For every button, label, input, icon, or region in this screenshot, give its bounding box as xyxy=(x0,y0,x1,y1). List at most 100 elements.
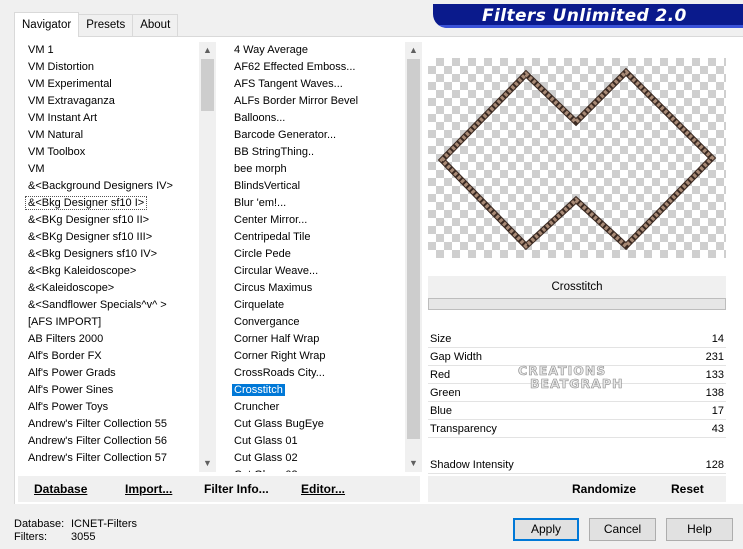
list-item-label: Alf's Power Grads xyxy=(28,367,116,379)
parameter-row[interactable]: Shadow Intensity 128 xyxy=(428,456,726,474)
list-item[interactable]: BB StringThing.. xyxy=(228,144,404,161)
list-item[interactable]: 4 Way Average xyxy=(228,42,404,59)
list-item[interactable]: VM 1 xyxy=(22,42,198,59)
list-item[interactable]: Andrew's Filter Collection 56 xyxy=(22,433,198,450)
list-item-label: Cruncher xyxy=(234,401,280,413)
list-item[interactable]: Circus Maximus xyxy=(228,280,404,297)
list-item[interactable]: Convergance xyxy=(228,314,404,331)
list-item[interactable]: &<BKg Designer sf10 III> xyxy=(22,229,198,246)
parameter-separator xyxy=(428,437,726,438)
list-item[interactable]: BlindsVertical xyxy=(228,178,404,195)
list-item[interactable]: AB Filters 2000 xyxy=(22,331,198,348)
list-item[interactable]: &<Bkg Designer sf10 I> xyxy=(22,195,198,212)
list-item[interactable]: Cut Glass 03 xyxy=(228,467,404,472)
scroll-up-icon[interactable]: ▲ xyxy=(405,42,422,59)
parameter-label: Red xyxy=(430,369,451,381)
scrollbar-thumb[interactable] xyxy=(407,59,420,439)
parameter-row[interactable]: Red 133 xyxy=(428,366,726,384)
list-item[interactable]: Alf's Power Sines xyxy=(22,382,198,399)
editor-button[interactable]: Editor... xyxy=(301,478,345,500)
list-item[interactable]: Corner Right Wrap xyxy=(228,348,404,365)
list-item[interactable]: VM Distortion xyxy=(22,59,198,76)
list-item[interactable]: Alf's Power Grads xyxy=(22,365,198,382)
list-item[interactable]: Circular Weave... xyxy=(228,263,404,280)
list-item-label: Crosstitch xyxy=(232,384,285,396)
filter-list-scrollbar[interactable]: ▲ ▼ xyxy=(405,42,422,472)
list-item[interactable]: CrossRoads City... xyxy=(228,365,404,382)
list-item[interactable]: Alf's Border FX xyxy=(22,348,198,365)
list-item[interactable]: Cut Glass 01 xyxy=(228,433,404,450)
list-item[interactable]: AFS Tangent Waves... xyxy=(228,76,404,93)
list-item[interactable]: Centripedal Tile xyxy=(228,229,404,246)
list-item[interactable]: Corner Half Wrap xyxy=(228,331,404,348)
list-item[interactable]: &<Sandflower Specials^v^ > xyxy=(22,297,198,314)
cancel-button[interactable]: Cancel xyxy=(589,518,656,541)
filter-list[interactable]: 4 Way Average AF62 Effected Emboss... AFS … xyxy=(228,42,404,472)
reset-button[interactable]: Reset xyxy=(671,478,704,500)
list-item-label: bee morph xyxy=(234,163,287,175)
parameter-label: Size xyxy=(430,333,452,345)
app-title: Filters Unlimited 2.0 xyxy=(482,6,687,26)
list-item-label: VM Distortion xyxy=(28,61,95,73)
list-item[interactable]: &<Bkg Designers sf10 IV> xyxy=(22,246,198,263)
status-filters-label: Filters: xyxy=(14,531,47,543)
parameter-label: Green xyxy=(430,387,461,399)
list-item-label: Circle Pede xyxy=(234,248,291,260)
list-item[interactable]: Cirquelate xyxy=(228,297,404,314)
list-item[interactable]: VM Extravaganza xyxy=(22,93,198,110)
list-item[interactable]: VM xyxy=(22,161,198,178)
list-item[interactable]: AF62 Effected Emboss... xyxy=(228,59,404,76)
list-item-label: Andrew's Filter Collection 57 xyxy=(28,452,168,464)
tab-navigator[interactable]: Navigator xyxy=(14,12,80,37)
tab-presets[interactable]: Presets xyxy=(78,14,134,36)
list-item[interactable]: Cut Glass BugEye xyxy=(228,416,404,433)
list-item[interactable]: Cut Glass 02 xyxy=(228,450,404,467)
import-button[interactable]: Import... xyxy=(125,478,172,500)
parameter-row[interactable]: Green 138 xyxy=(428,384,726,402)
parameter-row[interactable]: Transparency 43 xyxy=(428,420,726,438)
list-item-label: &<Sandflower Specials^v^ > xyxy=(28,299,167,311)
apply-button[interactable]: Apply xyxy=(513,518,579,541)
list-item[interactable]: VM Toolbox xyxy=(22,144,198,161)
parameter-value: 43 xyxy=(711,423,724,435)
tab-about[interactable]: About xyxy=(132,14,179,36)
scroll-up-icon[interactable]: ▲ xyxy=(199,42,216,59)
list-item[interactable]: Alf's Power Toys xyxy=(22,399,198,416)
parameter-row[interactable]: Gap Width 231 xyxy=(428,348,726,366)
list-item-label: [AFS IMPORT] xyxy=(28,316,102,328)
scroll-down-icon[interactable]: ▼ xyxy=(199,455,216,472)
scrollbar-thumb[interactable] xyxy=(201,59,214,111)
status-database-label: Database: xyxy=(14,518,65,530)
list-item[interactable]: [AFS IMPORT] xyxy=(22,314,198,331)
randomize-button[interactable]: Randomize xyxy=(572,478,636,500)
list-item[interactable]: Cruncher xyxy=(228,399,404,416)
category-list[interactable]: VM 1 VM Distortion VM Experimental VM Extra… xyxy=(22,42,198,472)
list-item[interactable]: Blur 'em!... xyxy=(228,195,404,212)
list-item[interactable]: VM Instant Art xyxy=(22,110,198,127)
list-item[interactable]: Circle Pede xyxy=(228,246,404,263)
help-button[interactable]: Help xyxy=(666,518,733,541)
list-item[interactable]: Barcode Generator... xyxy=(228,127,404,144)
list-item[interactable]: &<Bkg Kaleidoscope> xyxy=(22,263,198,280)
list-item[interactable]: Crosstitch xyxy=(228,382,404,399)
database-button[interactable]: Database xyxy=(34,478,87,500)
list-item[interactable]: VM Natural xyxy=(22,127,198,144)
list-item[interactable]: ALFs Border Mirror Bevel xyxy=(228,93,404,110)
list-item[interactable]: &<Kaleidoscope> xyxy=(22,280,198,297)
list-item[interactable]: Andrew's Filter Collection 55 xyxy=(22,416,198,433)
scroll-down-icon[interactable]: ▼ xyxy=(405,455,422,472)
parameter-row[interactable]: Size 14 xyxy=(428,330,726,348)
list-item[interactable]: Andrew's Filter Collection 57 xyxy=(22,450,198,467)
filter-info-button[interactable]: Filter Info... xyxy=(204,478,269,500)
parameter-label: Blue xyxy=(430,405,453,417)
category-list-scrollbar[interactable]: ▲ ▼ xyxy=(199,42,216,472)
list-item-label: Center Mirror... xyxy=(234,214,308,226)
list-item[interactable]: VM Experimental xyxy=(22,76,198,93)
parameter-row[interactable]: Blue 17 xyxy=(428,402,726,420)
list-item[interactable]: &<BKg Designer sf10 II> xyxy=(22,212,198,229)
list-item[interactable]: &<Background Designers IV> xyxy=(22,178,198,195)
list-item[interactable]: bee morph xyxy=(228,161,404,178)
parameter-label: Gap Width xyxy=(430,351,482,363)
list-item[interactable]: Balloons... xyxy=(228,110,404,127)
list-item[interactable]: Center Mirror... xyxy=(228,212,404,229)
